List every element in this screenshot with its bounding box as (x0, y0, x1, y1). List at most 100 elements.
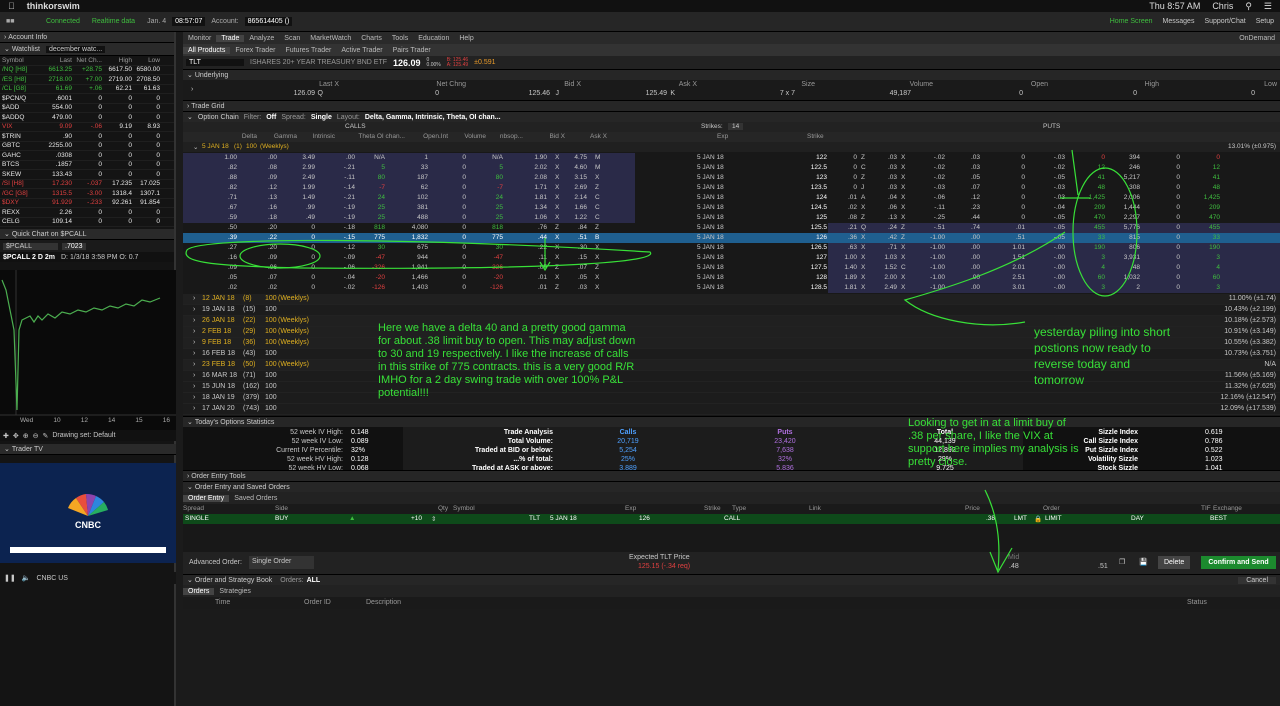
exp-row[interactable]: › 17 JAN 20 (743) 100 12.09% (±17.539) (183, 404, 1280, 415)
trader-tv-video[interactable]: CNBC (0, 463, 176, 563)
app-name[interactable]: thinkorswim (27, 1, 80, 11)
qc-symbol-input[interactable]: $PCALL (3, 242, 58, 250)
search-icon[interactable]: ⚲ (1245, 1, 1252, 12)
chevron-down-icon[interactable]: ⌄ (187, 576, 195, 584)
order-cell[interactable]: 126 (639, 515, 650, 522)
chevron-down-icon[interactable]: ⌄ (4, 45, 12, 53)
chain-row[interactable]: .02.02 0 -.02 -126 1,403 0 -126.01 Z .03 X 5 JAN 1… (183, 283, 1280, 293)
col-low[interactable]: Low (132, 57, 160, 64)
chain-row[interactable]: .82 .12 1.99 -.14 -7 62 0 -7 1.71 X 2.69 Z 5 JAN 18 1… (183, 183, 1280, 193)
und-header[interactable]: Last X (319, 81, 339, 88)
layout-selector[interactable]: Delta, Gamma, Intrinsic, Theta, OI chan.… (365, 114, 501, 121)
order-cell[interactable]: LMT (1014, 515, 1027, 522)
und-header[interactable]: Size (801, 81, 815, 88)
chevron-right-icon[interactable]: › (193, 361, 195, 368)
tab-education[interactable]: Education (413, 35, 454, 42)
order-col-header[interactable]: Exchange (1213, 505, 1242, 512)
tv-channel-selector[interactable]: CNBC US (36, 575, 68, 582)
tab-charts[interactable]: Charts (356, 35, 387, 42)
order-col-header[interactable]: Link (809, 505, 821, 512)
support-chat-button[interactable]: Support/Chat (1204, 18, 1245, 25)
trade-grid-header[interactable]: › Trade Grid (183, 100, 1280, 111)
volume-icon[interactable]: 🔈 (22, 574, 31, 582)
cancel-button[interactable]: Cancel (1238, 576, 1276, 584)
confirm-send-button[interactable]: Confirm and Send (1201, 556, 1276, 569)
col-net-change[interactable]: Net Ch... (72, 57, 102, 64)
chevron-right-icon[interactable]: › (193, 317, 195, 324)
chevron-right-icon[interactable]: › (193, 383, 195, 390)
exp-row[interactable]: › 12 JAN 18 (8) 100 (Weeklys) 11.00% (±1.74) (183, 294, 1280, 305)
chevron-right-icon[interactable]: › (193, 394, 195, 401)
und-header[interactable]: High (1145, 81, 1159, 88)
underlying-header[interactable]: ⌄ Underlying (183, 69, 1280, 80)
chain-row[interactable]: .82.08 2.99 -.21 5 33 0 5 2.02 X 4.60 M 5 JAN 18 122… (183, 163, 1280, 173)
col-symbol[interactable]: Symbol (0, 57, 40, 64)
tab-trade[interactable]: Trade (216, 34, 245, 42)
watchlist-row[interactable]: /CL [G8] 61.69 +.06 62.21 61.63 (0, 85, 174, 94)
subtab-futures-trader[interactable]: Futures Trader (280, 47, 336, 54)
tab-monitor[interactable]: Monitor (183, 35, 216, 42)
delete-button[interactable]: Delete (1158, 556, 1191, 569)
quick-chart[interactable]: Wed 10 12 14 15 16 (0, 270, 176, 430)
chevron-right-icon[interactable]: › (193, 339, 195, 346)
call-col-header[interactable]: Volume (446, 133, 486, 140)
ondemand-button[interactable]: OnDemand (1234, 35, 1280, 42)
menu-icon[interactable]: ☰ (1264, 1, 1272, 12)
chevron-right-icon[interactable]: › (191, 86, 193, 93)
chevron-down-icon[interactable]: ⌄ (193, 143, 198, 151)
chevron-right-icon[interactable]: › (193, 405, 195, 412)
order-cell[interactable]: BEST (1210, 515, 1227, 522)
und-header[interactable]: Net Chng (436, 81, 466, 88)
user-name[interactable]: Chris (1212, 1, 1233, 11)
col-order-id[interactable]: Order ID (304, 599, 331, 606)
watchlist-row[interactable]: VIX 9.09 -.06 9.19 8.93 (0, 123, 174, 132)
tab-tools[interactable]: Tools (387, 35, 413, 42)
order-cell[interactable]: SINGLE (185, 515, 209, 522)
chevron-down-icon[interactable]: ⌄ (4, 230, 12, 238)
options-stats-header[interactable]: ⌄ Today's Options Statistics (183, 416, 1280, 427)
watchlist-row[interactable]: /GC [G8] 1315.5 -3.00 1318.4 1307.1 (0, 189, 174, 199)
spread-selector[interactable]: Single (311, 114, 332, 121)
order-col-header[interactable]: Strike (704, 505, 721, 512)
chevron-right-icon[interactable]: › (193, 350, 195, 357)
und-header[interactable]: Ask X (679, 81, 697, 88)
col-time[interactable]: Time (215, 599, 230, 606)
chain-row[interactable]: .16 .09 0 -.09 -47 944 0 -47 .11 X .15 X 5 JAN 18 127… (183, 253, 1280, 263)
order-col-header[interactable]: Qty (438, 505, 448, 512)
pencil-icon[interactable]: ✎ (43, 432, 49, 440)
order-col-header[interactable]: TIF (1201, 505, 1211, 512)
strikes-selector[interactable]: 14 (728, 123, 744, 130)
subtab-pairs-trader[interactable]: Pairs Trader (388, 47, 436, 54)
exp-group-5jan[interactable]: ⌄ 5 JAN 18 (1) 100 (Weeklys) 13.01% (±0.975) (183, 142, 1280, 152)
watchlist-row[interactable]: $ADD 554.00 0 0 0 (0, 104, 174, 113)
col-high[interactable]: High (102, 57, 132, 64)
stepper-icon[interactable]: ⇕ (431, 515, 436, 523)
call-col-header[interactable]: Gamma (257, 133, 297, 140)
copy-icon[interactable]: ❐ (1119, 558, 1125, 566)
call-col-header[interactable]: Bid X (525, 133, 565, 140)
chain-row[interactable]: .39.22 0 -.15 775 1,832 0 775.44 X .51 B 5 JAN 18 1… (183, 233, 1280, 243)
tab-strategies[interactable]: Strategies (214, 588, 256, 595)
chevron-down-icon[interactable]: ⌄ (187, 113, 193, 121)
order-col-header[interactable]: Spread (183, 505, 204, 512)
tab-scan[interactable]: Scan (279, 35, 305, 42)
watchlist-row[interactable]: $TRIN .90 0 0 0 (0, 132, 174, 142)
chevron-down-icon[interactable]: ⌄ (4, 445, 12, 453)
order-entry-header[interactable]: ⌄ Order Entry and Saved Orders (183, 481, 1280, 492)
watchlist-row[interactable]: GBTC 2255.00 0 0 0 (0, 142, 174, 151)
subtab-forex-trader[interactable]: Forex Trader (230, 47, 280, 54)
zoom-out-icon[interactable]: ⊖ (33, 432, 39, 440)
chain-row[interactable]: .67 .16 .99 -.19 25 381 0 25 1.34 X 1.66 C 5 JAN 18 1… (183, 203, 1280, 213)
exp-row[interactable]: › 18 JAN 19 (379) 100 12.16% (±12.547) (183, 393, 1280, 404)
watchlist-row[interactable]: GAHC .0308 0 0 0 (0, 151, 174, 161)
save-icon[interactable]: 💾 (1139, 558, 1148, 566)
call-col-header[interactable]: OI chan... (365, 133, 405, 140)
order-cell[interactable]: BUY (275, 515, 288, 522)
tab-help[interactable]: Help (454, 35, 478, 42)
call-col-header[interactable]: Open.Int (408, 133, 448, 140)
col-last[interactable]: Last (40, 57, 72, 64)
order-cell[interactable]: 5 JAN 18 (550, 515, 577, 522)
lock-icon[interactable]: 🔒 (1034, 515, 1042, 523)
order-cell[interactable]: TLT (529, 515, 540, 522)
apple-icon[interactable]:  (8, 1, 15, 11)
